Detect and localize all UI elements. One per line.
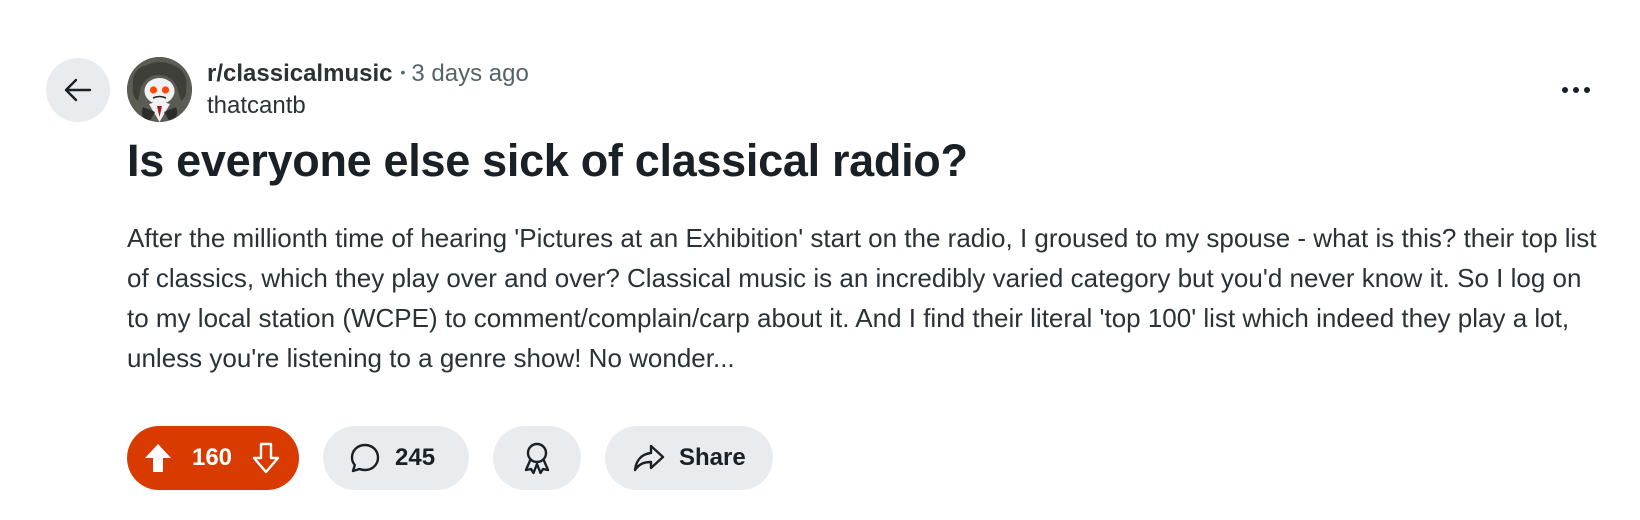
- post-action-bar: 160 245 Share: [127, 426, 773, 490]
- post-title: Is everyone else sick of classical radio…: [127, 135, 968, 186]
- speech-bubble-icon: [349, 442, 381, 474]
- arrow-left-icon: [62, 74, 94, 106]
- comments-button[interactable]: 245: [323, 426, 469, 490]
- share-arrow-icon: [633, 443, 665, 473]
- vote-count: 160: [191, 444, 233, 471]
- post-body: After the millionth time of hearing 'Pic…: [127, 223, 1597, 373]
- share-button[interactable]: Share: [605, 426, 773, 490]
- upvote-arrow-icon: [145, 444, 171, 472]
- back-button[interactable]: [46, 58, 110, 122]
- comment-count: 245: [395, 444, 436, 471]
- downvote-arrow-icon: [252, 442, 280, 474]
- subreddit-avatar[interactable]: [127, 57, 192, 122]
- post-detail: r/classicalmusic • 3 days ago thatcantb Is…: [0, 0, 1640, 520]
- award-button[interactable]: [493, 426, 581, 490]
- meta-separator: •: [400, 64, 406, 80]
- author-link[interactable]: thatcantb: [207, 91, 306, 121]
- share-label: Share: [679, 444, 746, 471]
- ellipsis-icon: [1561, 86, 1591, 94]
- award-ribbon-icon: [521, 441, 553, 475]
- post-meta: r/classicalmusic • 3 days ago: [207, 59, 529, 91]
- more-options-button[interactable]: [1552, 72, 1600, 108]
- upvote-button[interactable]: [143, 442, 173, 474]
- downvote-button[interactable]: [251, 442, 281, 474]
- subreddit-link[interactable]: r/classicalmusic: [207, 60, 392, 87]
- vote-control: 160: [127, 426, 299, 490]
- post-time: 3 days ago: [411, 60, 529, 87]
